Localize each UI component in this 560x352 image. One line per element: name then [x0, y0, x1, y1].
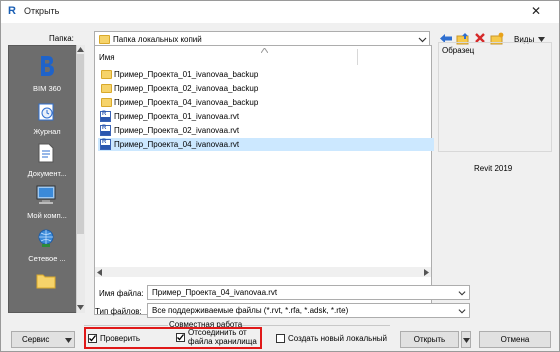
group-divider [84, 325, 168, 326]
place-label-documents[interactable]: Документ... [9, 169, 85, 178]
filetype-label: Тип файлов: [95, 307, 142, 316]
title-bar [1, 1, 559, 23]
detach-label-line2: файла хранилища [188, 337, 257, 346]
folder-label: Папка: [49, 34, 74, 43]
checkbox[interactable] [276, 334, 285, 343]
list-item[interactable]: Пример_Проекта_02_ivanovaa_backup [98, 82, 358, 95]
audit-checkbox[interactable]: Проверить [88, 333, 168, 345]
place-label-network[interactable]: Сетевое ... [9, 254, 85, 263]
list-item-name: Пример_Проекта_01_ivanovaa.rvt [114, 112, 240, 121]
checkbox[interactable] [176, 333, 185, 342]
list-item-selected[interactable]: R Пример_Проекта_04_ivanovaa.rvt [98, 138, 434, 151]
sort-chevron-icon [261, 48, 268, 53]
filetype-select[interactable]: Все поддерживаемые файлы (*.rvt, *.rfa, … [147, 303, 470, 318]
list-item-name: Пример_Проекта_02_ivanovaa.rvt [114, 126, 240, 135]
folder-value: Папка локальных копий [113, 35, 202, 44]
place-label-bim360[interactable]: BIM 360 [9, 84, 85, 93]
dropdown-arrow-icon [463, 338, 470, 343]
check-icon [89, 335, 97, 342]
audit-label: Проверить [100, 334, 141, 343]
revit-version: Revit 2019 [474, 164, 513, 173]
filename-input[interactable]: Пример_Проекта_04_ivanovaa.rvt [147, 285, 470, 300]
rvt-file-icon: R [100, 139, 111, 150]
column-header-name[interactable]: Имя [99, 53, 115, 62]
new-local-label: Создать новый локальный [288, 334, 387, 343]
check-icon [177, 334, 185, 341]
close-button[interactable]: ✕ [518, 2, 554, 20]
open-options-button[interactable] [461, 331, 471, 348]
chevron-down-icon[interactable] [458, 289, 466, 297]
list-item[interactable]: Пример_Проекта_01_ivanovaa_backup [98, 68, 358, 81]
detach-checkbox[interactable]: Отсоединить от файла хранилища [176, 328, 260, 348]
revit-logo-icon: R [8, 5, 16, 17]
favorites-folder-icon[interactable] [35, 272, 57, 290]
place-label-history[interactable]: Журнал [9, 127, 85, 136]
places-bar: BIM 360 Журнал Документ... Мой комп... С… [8, 45, 84, 313]
chevron-down-icon [418, 37, 427, 43]
tools-button-label: Сервис [22, 335, 50, 344]
folder-icon [101, 84, 112, 93]
folder-icon [101, 98, 112, 107]
places-scroll-thumb[interactable] [77, 54, 84, 234]
computer-icon[interactable] [35, 185, 57, 205]
chevron-down-icon[interactable] [458, 307, 466, 315]
column-separator[interactable] [357, 49, 358, 65]
cancel-button[interactable]: Отмена [479, 331, 551, 348]
checkbox[interactable] [88, 334, 97, 343]
tools-button[interactable]: Сервис [11, 331, 75, 348]
scroll-up-icon[interactable] [77, 47, 84, 52]
file-list-hscrollbar[interactable] [95, 267, 431, 277]
preview-group [438, 42, 552, 152]
new-local-checkbox[interactable]: Создать новый локальный [276, 333, 390, 345]
scroll-left-icon[interactable] [97, 269, 102, 276]
network-icon[interactable] [35, 228, 57, 248]
dropdown-arrow-icon [65, 338, 72, 343]
scroll-right-icon[interactable] [424, 269, 429, 276]
window-title: Открыть [24, 6, 60, 16]
bim360-icon[interactable] [35, 53, 57, 79]
detach-label-line1: Отсоединить от [188, 328, 247, 337]
filetype-value: Все поддерживаемые файлы (*.rvt, *.rfa, … [152, 306, 349, 315]
list-item-name: Пример_Проекта_01_ivanovaa_backup [114, 70, 259, 79]
rvt-file-icon: R [100, 111, 111, 122]
scroll-down-icon[interactable] [77, 305, 84, 310]
group-divider [242, 325, 390, 326]
list-item-name: Пример_Проекта_04_ivanovaa_backup [114, 98, 259, 107]
cancel-button-label: Отмена [500, 335, 530, 344]
list-item[interactable]: R Пример_Проекта_02_ivanovaa.rvt [98, 124, 358, 137]
list-item-name: Пример_Проекта_02_ivanovaa_backup [114, 84, 259, 93]
place-label-computer[interactable]: Мой комп... [9, 211, 85, 220]
folder-icon [101, 70, 112, 79]
open-button-label: Открыть [413, 335, 446, 344]
rvt-file-icon: R [100, 125, 111, 136]
open-button[interactable]: Открыть [400, 331, 459, 348]
filename-label: Имя файла: [99, 289, 144, 298]
list-item[interactable]: Пример_Проекта_04_ivanovaa_backup [98, 96, 358, 109]
list-item-name: Пример_Проекта_04_ivanovaa.rvt [114, 140, 240, 149]
list-item[interactable]: R Пример_Проекта_01_ivanovaa.rvt [98, 110, 358, 123]
documents-icon[interactable] [37, 143, 55, 163]
filename-value: Пример_Проекта_04_ivanovaa.rvt [152, 288, 278, 297]
preview-label: Образец [442, 46, 475, 55]
history-icon[interactable] [36, 102, 56, 122]
folder-icon [99, 35, 110, 44]
